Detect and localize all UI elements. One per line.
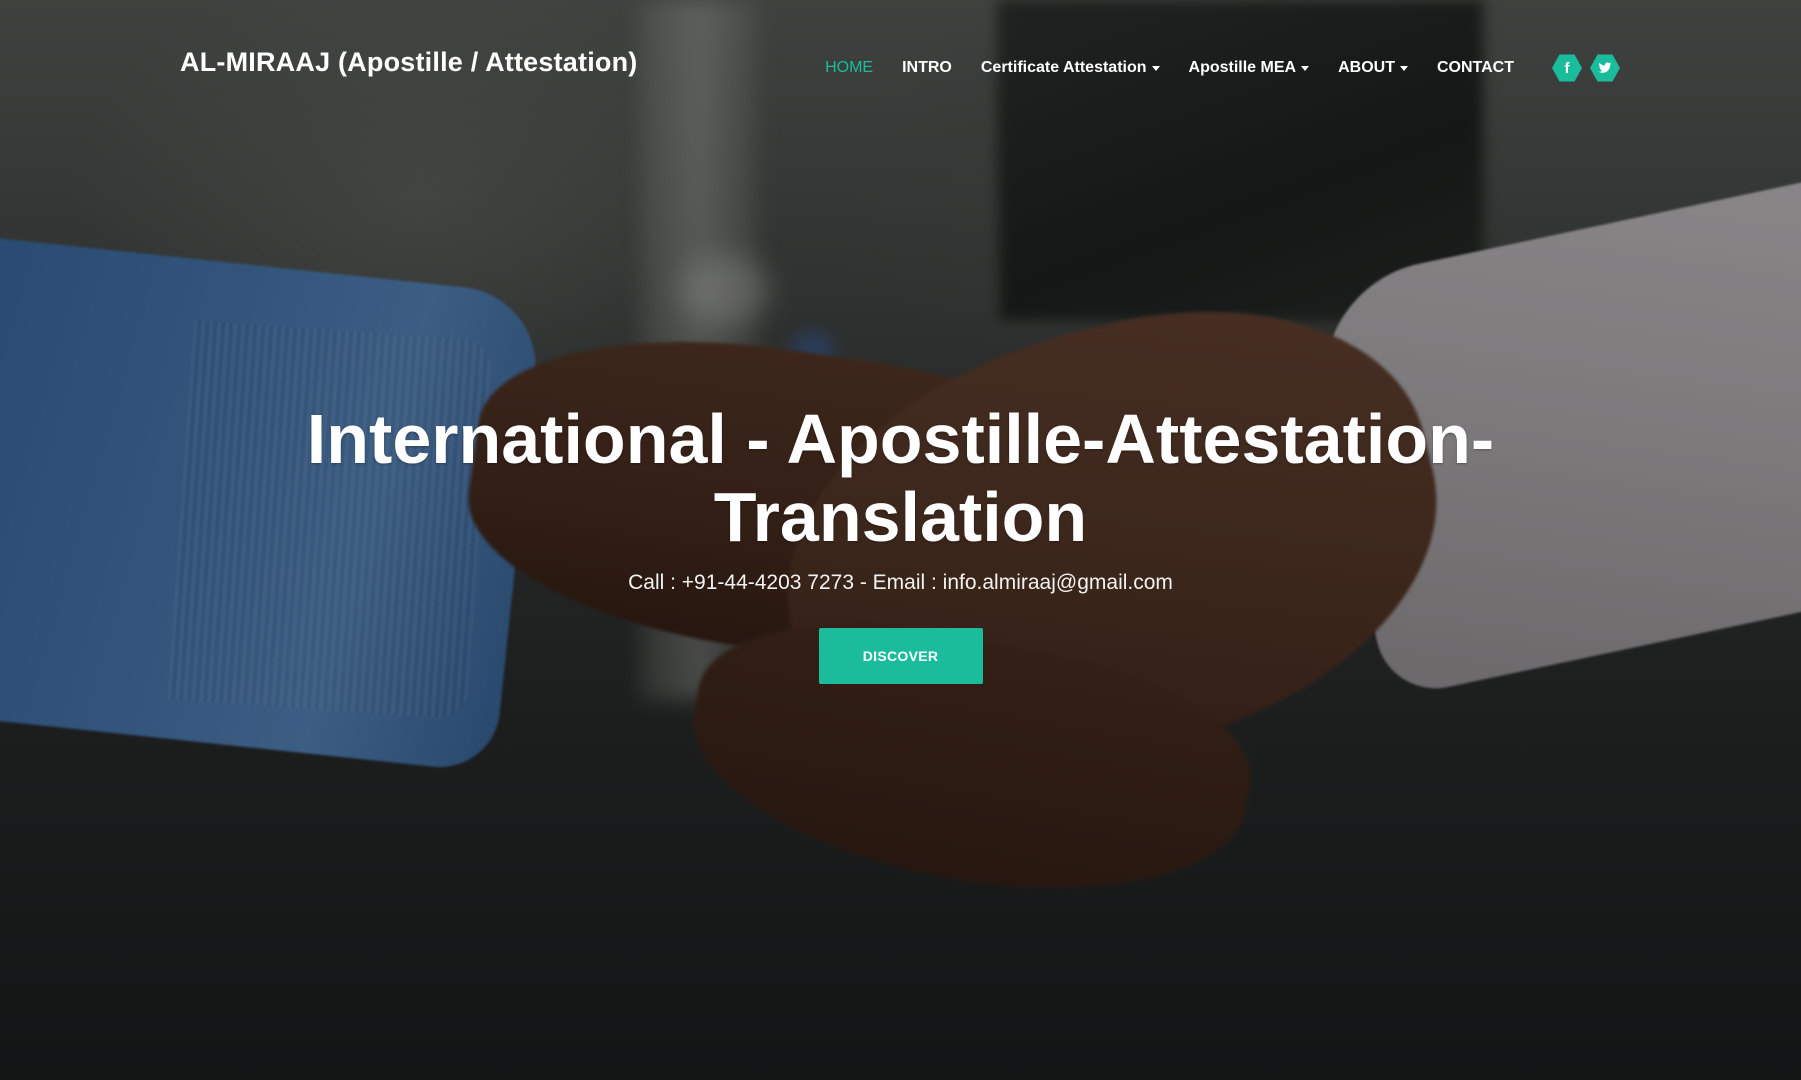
- nav-home[interactable]: HOME: [825, 59, 873, 77]
- background-blue-light: [790, 330, 835, 375]
- nav-certificate-attestation-label: Certificate Attestation: [980, 59, 1147, 76]
- twitter-button[interactable]: [1590, 54, 1620, 82]
- facebook-button[interactable]: f: [1552, 54, 1582, 82]
- twitter-icon: [1598, 62, 1612, 73]
- hero-contact-info: Call : +91-44-4203 7273 - Email : info.a…: [628, 571, 1173, 594]
- nav-about-label: ABOUT: [1338, 59, 1395, 76]
- social-links: f: [1544, 53, 1620, 83]
- nav-intro[interactable]: INTRO: [902, 59, 952, 77]
- nav-apostille-mea-label: Apostille MEA: [1188, 59, 1297, 76]
- navbar: AL-MIRAAJ (Apostille / Attestation) HOME…: [180, 40, 1620, 96]
- caret-down-icon: [1151, 65, 1160, 71]
- nav-apostille-mea[interactable]: Apostille MEA: [1189, 59, 1310, 77]
- discover-button[interactable]: DISCOVER: [818, 628, 983, 684]
- hero-content: International - Apostille-Attestation-Tr…: [0, 400, 1801, 684]
- caret-down-icon: [1399, 65, 1408, 71]
- nav-about[interactable]: ABOUT: [1338, 59, 1408, 77]
- facebook-icon: f: [1564, 59, 1570, 77]
- caret-down-icon: [1301, 65, 1310, 71]
- brand-logo[interactable]: AL-MIRAAJ (Apostille / Attestation): [180, 47, 637, 78]
- hero-section: AL-MIRAAJ (Apostille / Attestation) HOME…: [0, 0, 1801, 1080]
- background-light: [680, 255, 770, 325]
- nav-right: HOME INTRO Certificate Attestation Apost…: [796, 53, 1620, 83]
- hero-title: International - Apostille-Attestation-Tr…: [306, 400, 1495, 556]
- nav-certificate-attestation[interactable]: Certificate Attestation: [981, 59, 1160, 77]
- nav-contact[interactable]: CONTACT: [1437, 59, 1514, 77]
- nav-menu: HOME INTRO Certificate Attestation Apost…: [796, 59, 1514, 77]
